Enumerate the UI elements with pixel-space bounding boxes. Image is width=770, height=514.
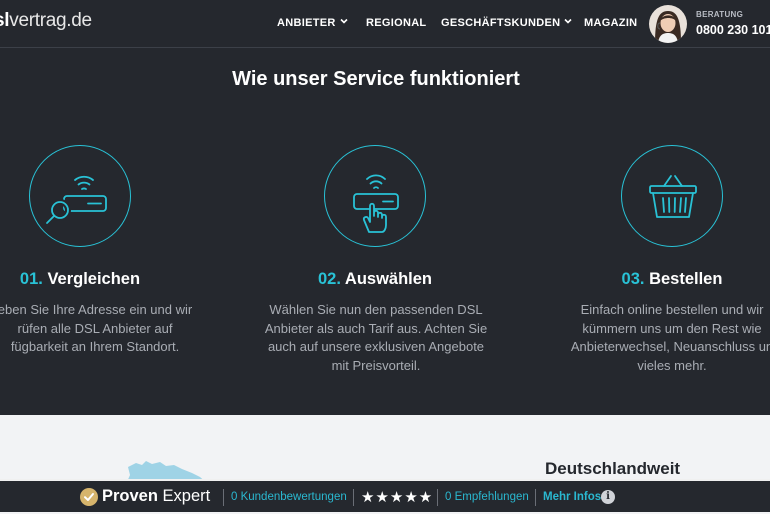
nav-item-regional[interactable]: REGIONAL	[366, 17, 426, 29]
divider	[535, 489, 536, 506]
router-select-icon	[353, 174, 399, 233]
divider	[437, 489, 438, 506]
step-description-compare: eben Sie Ihre Adresse ein und wir rüfen …	[0, 302, 193, 354]
step-heading-order: 03. Bestellen	[621, 270, 723, 288]
nav-item-anbieter[interactable]: ANBIETER	[277, 17, 348, 29]
consultant-avatar	[649, 5, 687, 43]
divider	[223, 489, 224, 506]
coverage-title: Deutschlandweit	[545, 459, 681, 478]
chevron-down-icon	[340, 18, 348, 24]
site-header: slvertrag.de ANBIETER REGIONAL GESCHÄFTS…	[0, 0, 770, 48]
site-logo[interactable]: slvertrag.de	[0, 10, 92, 32]
proven-expert-bar: Proven Expert 0 Kundenbewertungen ★★★★★ …	[0, 479, 770, 512]
step-circle-order	[621, 145, 723, 247]
info-icon[interactable]: i	[601, 490, 615, 504]
chevron-down-icon	[564, 18, 572, 24]
check-badge-icon	[80, 488, 98, 506]
section-title: Wie unser Service funktioniert	[232, 68, 520, 90]
step-circle-compare	[29, 145, 131, 247]
router-search-icon	[46, 175, 107, 224]
hotline-number[interactable]: 0800 230 101	[696, 23, 770, 37]
step-description-order: Einfach online bestellen und wir kümmern…	[570, 302, 770, 373]
hotline-label: BERATUNG	[696, 10, 744, 19]
divider	[353, 489, 354, 506]
nav-item-magazin[interactable]: MAGAZIN	[584, 17, 637, 29]
basket-icon	[649, 175, 697, 218]
reviews-link[interactable]: 0 Kundenbewertungen	[231, 491, 347, 503]
step-circle-select	[324, 145, 426, 247]
step-description-select: Wählen Sie nun den passenden DSL Anbiete…	[264, 302, 488, 373]
nav-item-geschaeftskunden[interactable]: GESCHÄFTSKUNDEN	[441, 17, 572, 29]
recommendations-link[interactable]: 0 Empfehlungen	[445, 491, 529, 503]
rating-stars: ★★★★★	[361, 489, 434, 506]
step-heading-compare: 01. Vergleichen	[19, 270, 141, 288]
step-heading-select: 02. Auswählen	[317, 270, 433, 288]
more-info-link[interactable]: Mehr Infos	[543, 491, 601, 503]
proven-expert-logo[interactable]: Proven Expert	[102, 487, 210, 506]
